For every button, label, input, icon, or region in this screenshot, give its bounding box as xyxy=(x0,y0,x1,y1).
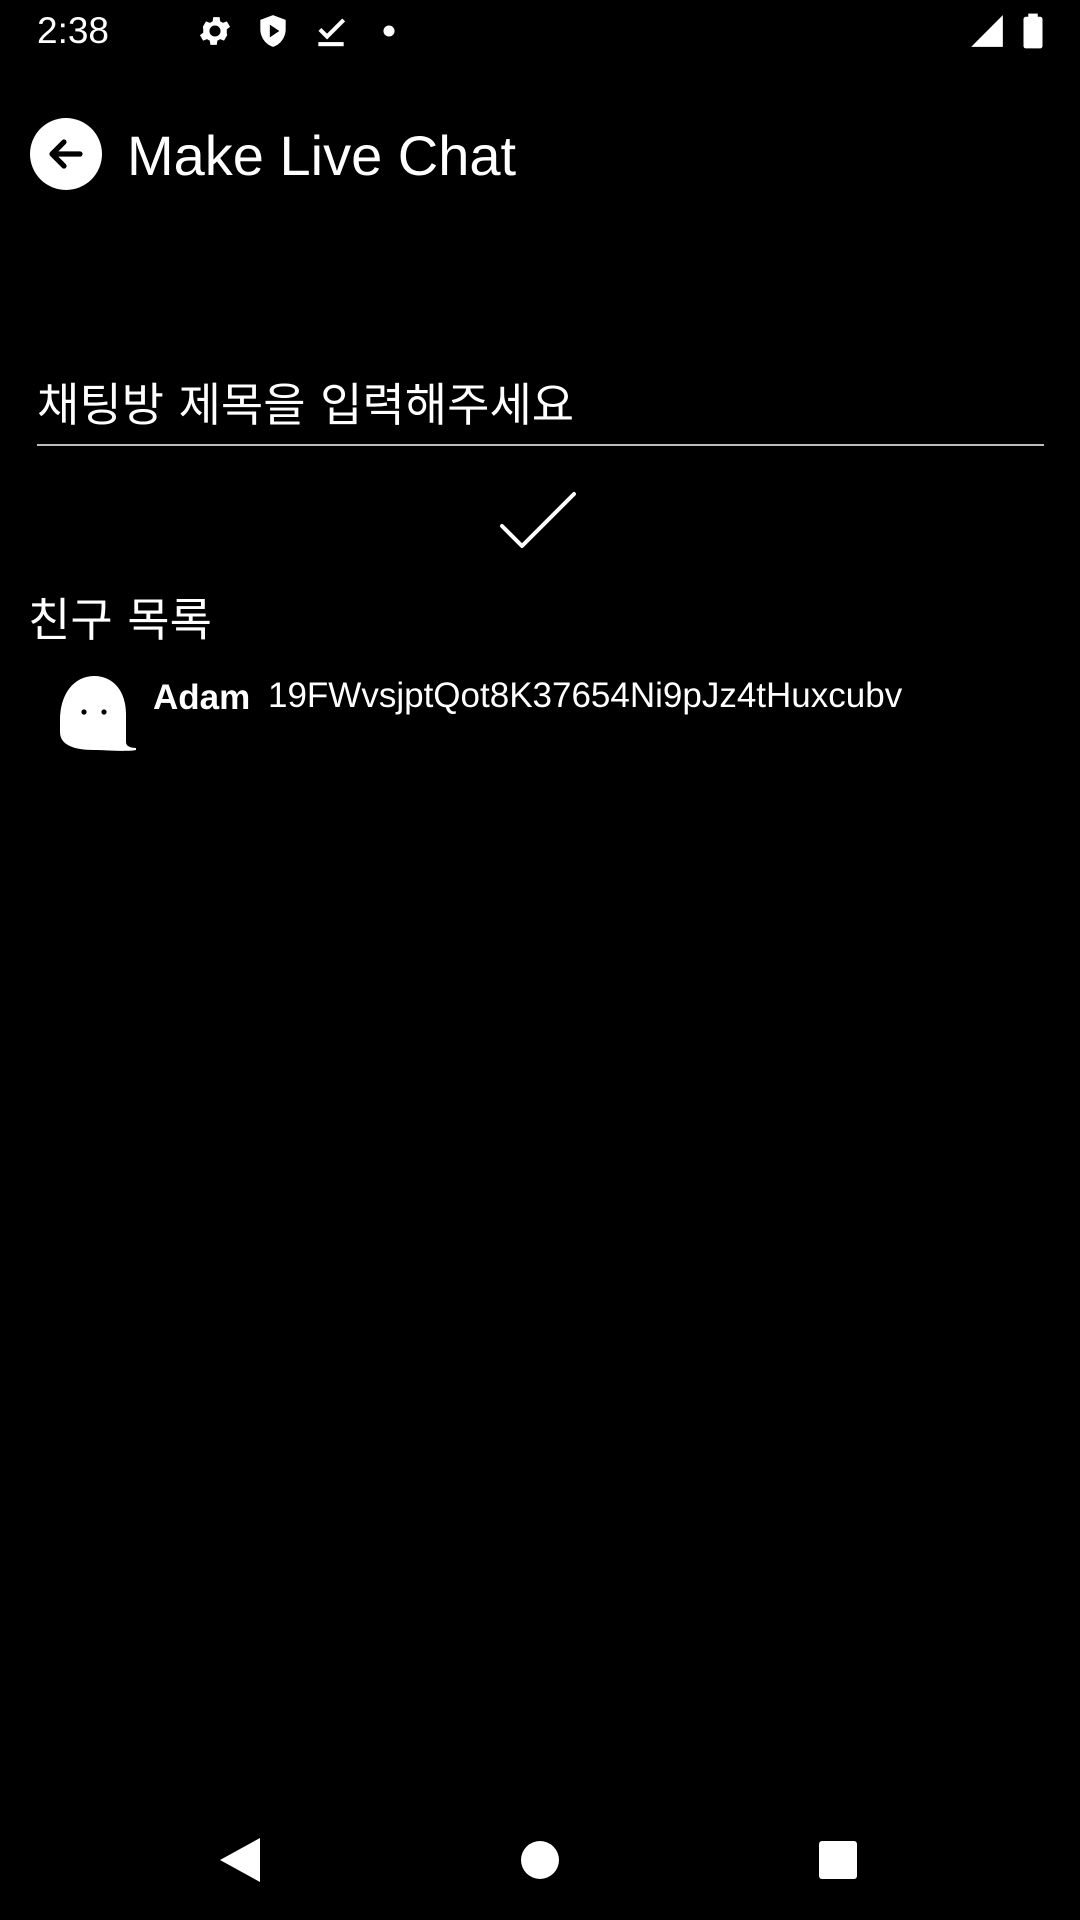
ghost-avatar-icon xyxy=(54,672,140,752)
nav-recents-button[interactable] xyxy=(808,1830,868,1890)
check-icon xyxy=(500,492,576,548)
nav-home-button[interactable] xyxy=(510,1830,570,1890)
friend-id: 19FWvsjptQot8K37654Ni9pJz4tHuxcubv xyxy=(268,676,903,715)
download-done-icon xyxy=(312,12,350,50)
nav-back-button[interactable] xyxy=(210,1830,270,1890)
friend-name: Adam xyxy=(153,678,251,717)
confirm-button[interactable] xyxy=(496,488,580,556)
back-button[interactable] xyxy=(30,118,102,190)
signal-icon xyxy=(968,12,1006,50)
chat-title-input[interactable] xyxy=(37,368,1044,442)
friend-list-item[interactable]: Adam 19FWvsjptQot8K37654Ni9pJz4tHuxcubv xyxy=(40,664,1040,764)
battery-icon xyxy=(1014,12,1052,50)
notification-dot-icon xyxy=(370,12,408,50)
friend-list-label: 친구 목록 xyxy=(28,593,212,647)
status-bar: 2:38 xyxy=(0,0,1080,62)
home-circle-icon xyxy=(521,1841,559,1879)
back-triangle-icon xyxy=(220,1838,260,1882)
recents-square-icon xyxy=(819,1841,857,1879)
shield-icon xyxy=(254,12,292,50)
app-bar: Make Live Chat xyxy=(0,62,1080,242)
page-title: Make Live Chat xyxy=(127,124,517,187)
chat-title-field xyxy=(37,368,1044,446)
navigation-bar xyxy=(0,1806,1080,1920)
arrow-back-icon xyxy=(49,139,83,169)
status-time: 2:38 xyxy=(37,10,110,51)
settings-icon xyxy=(196,12,234,50)
